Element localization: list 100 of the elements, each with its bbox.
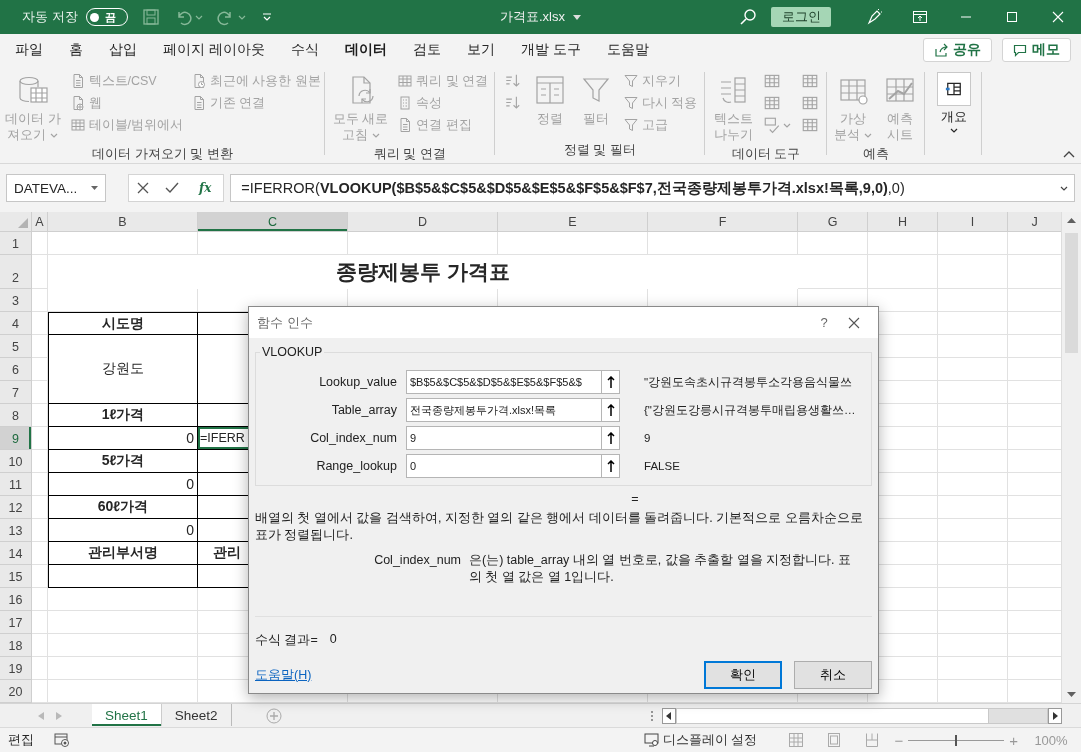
scroll-left-icon[interactable] xyxy=(662,707,676,724)
menu-tab[interactable]: 도움말 xyxy=(593,34,662,66)
menu-tab[interactable]: 홈 xyxy=(56,34,96,66)
row-header[interactable]: 6 xyxy=(0,358,32,381)
formula-field[interactable]: =IFERROR(VLOOKUP($B$5&$C$5&$D$5&$E$5&$F$5&$F$7,전국종량제봉투가격.xlsx!목록,9,0),0) xyxy=(230,174,1075,202)
display-settings-button[interactable]: 디스플레이 설정 xyxy=(637,730,764,750)
row-header[interactable]: 10 xyxy=(0,450,32,473)
scroll-thumb[interactable] xyxy=(677,708,989,723)
menu-tab[interactable]: 파일 xyxy=(2,34,56,66)
up-arrow-icon xyxy=(606,404,615,416)
column-header[interactable]: J xyxy=(1008,212,1061,232)
previous-sheet-icon[interactable] xyxy=(38,711,44,720)
insert-function-button[interactable]: fx xyxy=(195,181,216,195)
formula-text: =IFERROR(VLOOKUP($B$5&$C$5&$D$5&$E$5&$F$5&$F$7,전국종량제봉투가격.xlsx!목록,9,0),0) xyxy=(241,178,905,198)
name-box[interactable]: DATEVA... xyxy=(6,174,106,202)
row-header[interactable]: 16 xyxy=(0,588,32,611)
caret-icon[interactable] xyxy=(91,186,98,190)
row-header[interactable]: 18 xyxy=(0,634,32,657)
column-header[interactable]: G xyxy=(798,212,868,232)
caret-icon[interactable] xyxy=(573,14,581,20)
funnel-icon xyxy=(622,73,639,89)
menu-tab[interactable]: 보기 xyxy=(453,34,508,66)
chevron-icon xyxy=(371,133,380,139)
argument-field[interactable]: 9 xyxy=(406,426,602,450)
row-header[interactable]: 9 xyxy=(0,427,32,450)
menu-tab[interactable]: 수식 xyxy=(277,34,332,66)
column-header[interactable]: I xyxy=(938,212,1008,232)
group-label: 정렬 및 필터 xyxy=(563,142,637,159)
row-header[interactable]: 8 xyxy=(0,404,32,427)
row-header[interactable]: 3 xyxy=(0,289,32,312)
add-sheet-icon[interactable] xyxy=(265,707,282,724)
comments-button[interactable]: 메모 xyxy=(1002,38,1071,62)
chevron-icon xyxy=(194,14,203,20)
argument-result: "강원도속초시규격봉투소각용음식물쓰 xyxy=(644,374,854,390)
row-header[interactable]: 14 xyxy=(0,542,32,565)
row-header[interactable]: 1 xyxy=(0,232,32,255)
next-sheet-icon[interactable] xyxy=(56,711,62,720)
menu-tab[interactable]: 페이지 레이아웃 xyxy=(150,34,278,66)
row-header[interactable]: 4 xyxy=(0,312,32,335)
login-button[interactable]: 로그인 xyxy=(771,7,831,27)
cancel-icon[interactable] xyxy=(137,182,149,194)
close-icon[interactable] xyxy=(1050,9,1066,25)
customize-icon[interactable] xyxy=(261,12,272,22)
slider-thumb[interactable] xyxy=(955,734,958,746)
page-layout-icon[interactable] xyxy=(827,733,842,747)
menu-tab[interactable]: 개발 도구 xyxy=(507,34,594,66)
pen-icon[interactable] xyxy=(866,9,882,25)
ribbon-button[interactable]: 개요 xyxy=(933,70,974,135)
ribbon-display-icon[interactable] xyxy=(912,9,928,25)
help-link[interactable]: 도움말(H) xyxy=(255,666,692,684)
column-header[interactable]: C xyxy=(198,212,348,232)
save-icon[interactable] xyxy=(141,8,160,26)
share-button[interactable]: 공유 xyxy=(923,38,992,62)
column-header[interactable]: D xyxy=(348,212,498,232)
search-icon[interactable] xyxy=(739,8,757,26)
argument-field[interactable]: 전국종량제봉투가격.xlsx!목록 xyxy=(406,398,602,422)
row-header[interactable]: 11 xyxy=(0,473,32,496)
maximize-icon[interactable] xyxy=(1004,9,1020,25)
scroll-right-icon[interactable] xyxy=(1048,707,1062,724)
macro-record-icon[interactable] xyxy=(54,733,70,747)
menu-tab[interactable]: 검토 xyxy=(399,34,454,66)
argument-field[interactable]: $B$5&$C$5&$D$5&$E$5&$F$5&$ xyxy=(406,370,602,394)
page-break-icon[interactable] xyxy=(865,733,880,747)
collapse-icon[interactable] xyxy=(1063,150,1075,158)
drag-handle-icon[interactable] xyxy=(650,709,654,722)
column-header[interactable]: A xyxy=(32,212,48,232)
collapse-dialog-button[interactable] xyxy=(602,370,620,394)
row-header[interactable]: 13 xyxy=(0,519,32,542)
enter-icon[interactable] xyxy=(165,182,179,194)
collapse-dialog-button[interactable] xyxy=(602,454,620,478)
row-header[interactable]: 7 xyxy=(0,381,32,404)
row-header[interactable]: 12 xyxy=(0,496,32,519)
select-all-icon[interactable] xyxy=(18,218,28,228)
row-header[interactable]: 15 xyxy=(0,565,32,588)
collapse-dialog-button[interactable] xyxy=(602,398,620,422)
row-header[interactable]: 19 xyxy=(0,657,32,680)
column-header[interactable]: F xyxy=(648,212,798,232)
column-header[interactable]: E xyxy=(498,212,648,232)
row-header[interactable]: 17 xyxy=(0,611,32,634)
group-label: 데이터 가져오기 및 변환 xyxy=(91,146,234,163)
table-icon xyxy=(800,72,819,90)
group-label: 예측 xyxy=(862,146,890,163)
help-button[interactable]: ? xyxy=(804,314,844,331)
argument-label: Table_array xyxy=(330,403,398,417)
row-header[interactable]: 20 xyxy=(0,680,32,703)
menu-tab[interactable]: 삽입 xyxy=(96,34,150,66)
menu-tab[interactable]: 데이터 xyxy=(331,34,400,66)
close-icon[interactable] xyxy=(848,316,860,329)
document-icon xyxy=(191,95,207,111)
sheet-tab[interactable]: Sheet1 xyxy=(92,704,162,726)
normal-view-icon[interactable] xyxy=(789,733,804,747)
row-header[interactable]: 5 xyxy=(0,335,32,358)
dialog-button[interactable]: 확인 xyxy=(704,661,782,689)
argument-field[interactable]: 0 xyxy=(406,454,602,478)
sheet-tab[interactable]: Sheet2 xyxy=(161,704,232,726)
collapse-dialog-button[interactable] xyxy=(602,426,620,450)
column-header[interactable]: B xyxy=(48,212,198,232)
row-header[interactable]: 2 xyxy=(0,255,32,289)
column-header[interactable]: H xyxy=(868,212,938,232)
dialog-button[interactable]: 취소 xyxy=(794,661,872,689)
